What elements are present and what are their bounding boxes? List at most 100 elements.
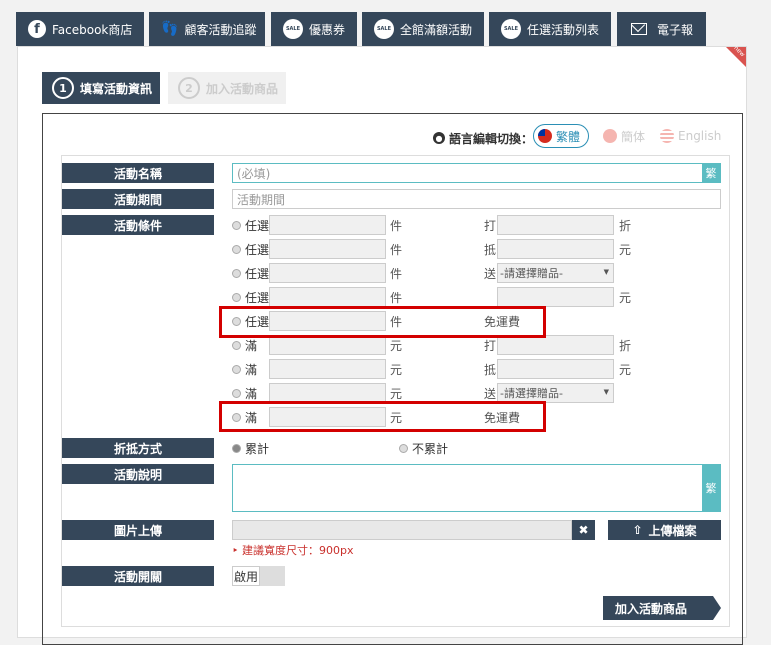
condition-type: 滿 [245, 387, 258, 401]
quantity-input[interactable] [269, 263, 386, 283]
keyword-label: 送 [484, 387, 497, 401]
tab-coupons[interactable]: SALE 優惠券 [271, 12, 357, 46]
quantity-input[interactable] [269, 239, 386, 259]
upload-file-button[interactable]: ⇧ 上傳檔案 [608, 520, 721, 540]
lang-zh-cn-label: 簡体 [621, 129, 646, 144]
tab-pick-any-list[interactable]: SALE 任選活動列表 [489, 12, 611, 46]
globe-icon: ● [433, 132, 445, 144]
condition-row-full-gift: 滿 元 送 -請選擇贈品- ▼ [232, 383, 732, 403]
condition-type: 任選 [245, 219, 270, 233]
condition-row-pick-price: 任選 件 元 [232, 287, 732, 307]
lang-zh-cn-button[interactable]: 簡体 [603, 124, 645, 148]
unit-label: 折 [619, 339, 632, 353]
gift-select-value: -請選擇贈品- [500, 267, 563, 280]
facebook-icon: f [28, 20, 46, 38]
amount-input[interactable] [269, 383, 386, 403]
quantity-input[interactable] [269, 287, 386, 307]
step-fill-info[interactable]: 1 填寫活動資訊 [42, 72, 160, 104]
condition-radio[interactable] [232, 365, 241, 374]
sale-icon: SALE [374, 19, 394, 39]
label-promo-description: 活動說明 [62, 464, 214, 484]
label-image-upload: 圖片上傳 [62, 520, 214, 540]
tab-customer-tracking[interactable]: 👣 顧客活動追蹤 [149, 12, 265, 46]
promo-description-textarea[interactable]: 繁 [232, 464, 721, 512]
close-icon: ✖ [578, 523, 589, 537]
mail-icon [631, 23, 647, 35]
stack-yes-radio[interactable] [232, 444, 241, 453]
label-stacking-method: 折抵方式 [62, 438, 214, 458]
tab-facebook-store[interactable]: f Facebook商店 [16, 12, 144, 46]
condition-radio[interactable] [232, 269, 241, 278]
lang-en-label: English [678, 129, 722, 143]
step-number: 1 [52, 77, 74, 99]
tab-label: 優惠券 [309, 22, 346, 37]
discount-input[interactable] [497, 335, 614, 355]
gift-select[interactable]: -請選擇贈品- ▼ [497, 263, 614, 283]
chevron-down-icon: ▼ [603, 268, 609, 276]
upload-icon: ⇧ [632, 523, 643, 537]
gift-select-value: -請選擇贈品- [500, 387, 563, 400]
deduct-input[interactable] [497, 359, 614, 379]
trad-tag: 繁 [702, 465, 720, 511]
promo-period-input[interactable]: 活動期間 [232, 189, 721, 209]
condition-row-pick-discount: 任選 件 打 折 [232, 215, 732, 235]
sale-icon: SALE [501, 19, 521, 39]
condition-radio[interactable] [232, 245, 241, 254]
tab-newsletter[interactable]: 電子報 [617, 12, 706, 46]
stack-no-radio[interactable] [399, 444, 408, 453]
clear-upload-button[interactable]: ✖ [572, 520, 595, 540]
upload-button-label: 上傳檔案 [648, 523, 697, 538]
tab-label: Facebook商店 [52, 22, 133, 37]
tab-label: 顧客活動追蹤 [184, 22, 257, 37]
promo-name-input[interactable]: (必填) 繁 [232, 163, 721, 183]
upload-size-hint: ‣ 建議寬度尺寸：900px [232, 544, 354, 557]
label-promo-period: 活動期間 [62, 189, 214, 209]
condition-radio[interactable] [232, 293, 241, 302]
unit-label: 元 [619, 291, 632, 305]
amount-input[interactable] [269, 359, 386, 379]
upload-file-path[interactable] [232, 520, 572, 540]
keyword-label: 打 [484, 219, 497, 233]
condition-row-pick-gift: 任選 件 送 -請選擇贈品- ▼ [232, 263, 732, 283]
main-panel: new 1 填寫活動資訊 2 加入活動商品 ● 語言編輯切換： 繁體 簡体 En… [17, 45, 747, 645]
label-promo-conditions: 活動條件 [62, 215, 214, 235]
condition-radio[interactable] [232, 221, 241, 230]
toggle-value: 啟用 [232, 566, 260, 586]
step-add-products[interactable]: 2 加入活動商品 [168, 72, 286, 104]
amount-input[interactable] [269, 335, 386, 355]
unit-label: 元 [390, 387, 403, 401]
step-label: 填寫活動資訊 [80, 81, 153, 96]
unit-label: 件 [390, 243, 403, 257]
condition-row-full-deduct: 滿 元 抵 元 [232, 359, 732, 379]
promo-enable-toggle[interactable]: 啟用 [232, 566, 285, 586]
deduct-input[interactable] [497, 239, 614, 259]
condition-radio[interactable] [232, 389, 241, 398]
unit-label: 元 [390, 363, 403, 377]
tab-label: 全館滿額活動 [400, 22, 473, 37]
promo-form: 活動名稱 (必填) 繁 活動期間 活動期間 活動條件 任選 件 打 折 任選 件… [61, 155, 730, 627]
gift-select[interactable]: -請選擇贈品- ▼ [497, 383, 614, 403]
condition-radio[interactable] [232, 341, 241, 350]
keyword-label: 抵 [484, 363, 497, 377]
discount-input[interactable] [497, 215, 614, 235]
quantity-input[interactable] [269, 215, 386, 235]
china-flag-icon [603, 129, 617, 143]
tab-full-store-promo[interactable]: SALE 全館滿額活動 [362, 12, 484, 46]
unit-label: 折 [619, 219, 632, 233]
language-switcher: ● 語言編輯切換： [433, 126, 533, 150]
keyword-label: 抵 [484, 243, 497, 257]
keyword-label: 送 [484, 267, 497, 281]
price-input[interactable] [497, 287, 614, 307]
stacking-options: 累計 不累計 [232, 438, 732, 458]
stack-no-label: 不累計 [412, 442, 449, 456]
condition-type: 任選 [245, 291, 270, 305]
stack-yes-label: 累計 [245, 442, 270, 456]
label-promo-name: 活動名稱 [62, 163, 214, 183]
add-promo-products-button[interactable]: 加入活動商品 [603, 596, 721, 620]
promo-name-placeholder: (必填) [237, 166, 271, 181]
form-container: ● 語言編輯切換： 繁體 簡体 English 活動名稱 (必填) 繁 活動期間… [42, 113, 743, 645]
lang-en-button[interactable]: English [660, 124, 721, 148]
highlight-box [219, 401, 546, 432]
lang-zh-tw-button[interactable]: 繁體 [533, 124, 589, 148]
condition-type: 滿 [245, 363, 258, 377]
